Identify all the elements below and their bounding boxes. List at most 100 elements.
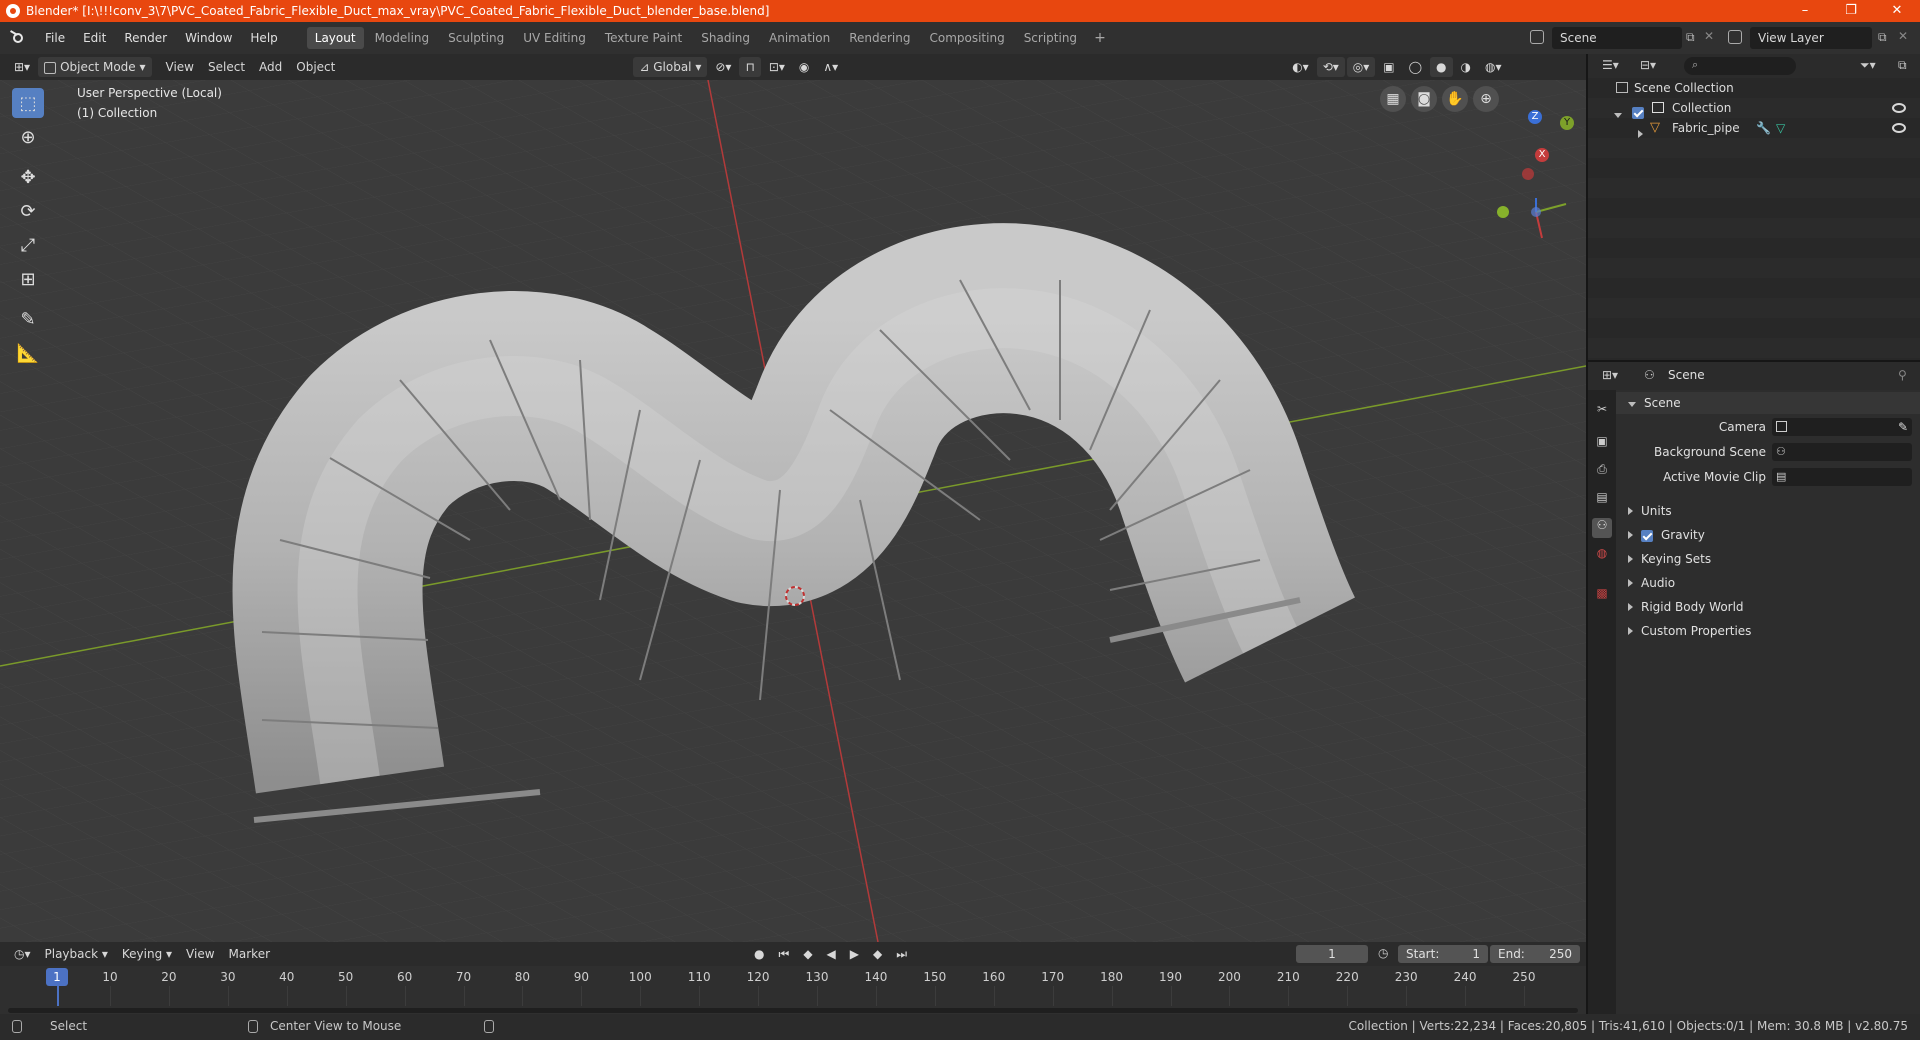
view-layer-tab-icon[interactable]: ▤	[1592, 490, 1612, 510]
jump-end-icon[interactable]: ⏭	[890, 944, 913, 964]
texture-tab-icon[interactable]: ▩	[1592, 586, 1612, 606]
timeline-body[interactable]: 1 10 20 30 40 50 60 70 80 90 100 110 120 130 140 150 160…	[0, 966, 1586, 1014]
gizmo-y-axis[interactable]: Y	[1560, 116, 1574, 130]
tab-animation[interactable]: Animation	[761, 27, 838, 49]
menu-playback[interactable]: Playback ▾	[39, 944, 114, 964]
rendered-shading-icon[interactable]: ◍▾	[1479, 57, 1508, 77]
menu-render[interactable]: Render	[115, 22, 176, 54]
3d-viewport[interactable]: User Perspective (Local) (1) Collection …	[0, 80, 1586, 942]
xray-icon[interactable]: ▣	[1377, 57, 1400, 77]
snap-icon[interactable]: ⊓	[739, 57, 761, 77]
gizmo-x-axis[interactable]: X	[1535, 148, 1549, 162]
filter-icon[interactable]: ⏷▾	[1860, 58, 1876, 73]
solid-shading-icon[interactable]: ●	[1430, 57, 1453, 77]
tab-compositing[interactable]: Compositing	[921, 27, 1012, 49]
timeline-editor-icon[interactable]: ◷▾	[8, 944, 37, 964]
pivot-point-icon[interactable]: ⊘▾	[709, 57, 737, 77]
gizmo-z-axis[interactable]: Z	[1528, 110, 1542, 124]
view-layer-field[interactable]: View Layer	[1750, 27, 1872, 49]
camera-view-icon[interactable]: ◙	[1411, 86, 1437, 112]
active-movie-clip-field[interactable]: ▤	[1772, 468, 1912, 486]
object-visibility-icon[interactable]	[1892, 123, 1906, 133]
minimize-button[interactable]: –	[1782, 0, 1828, 22]
outliner-row-collection[interactable]: Collection	[1588, 98, 1920, 119]
close-button[interactable]: ✕	[1874, 0, 1920, 22]
tab-layout[interactable]: Layout	[306, 27, 364, 49]
scene-name-field[interactable]: Scene	[1552, 27, 1682, 49]
zoom-icon[interactable]: ⊕	[1473, 86, 1499, 112]
material-shading-icon[interactable]: ◑	[1455, 57, 1477, 77]
keying-sets-panel-header[interactable]: Keying Sets	[1616, 548, 1920, 570]
visibility-icon[interactable]: ◐▾	[1286, 57, 1315, 77]
measure-tool-icon[interactable]: 📐	[12, 338, 44, 368]
eyedropper-icon[interactable]: ✎	[1898, 418, 1908, 436]
custom-properties-panel-header[interactable]: Custom Properties	[1616, 620, 1920, 642]
menu-add[interactable]: Add	[253, 57, 288, 77]
tab-scripting[interactable]: Scripting	[1016, 27, 1085, 49]
tab-rendering[interactable]: Rendering	[841, 27, 918, 49]
menu-keying[interactable]: Keying ▾	[116, 944, 178, 964]
tool-tab-icon[interactable]: ✂	[1592, 402, 1612, 422]
record-icon[interactable]: ●	[748, 944, 770, 964]
new-collection-icon[interactable]: ⧉	[1898, 58, 1907, 73]
start-frame-field[interactable]: Start: 1	[1398, 945, 1488, 963]
menu-window[interactable]: Window	[176, 22, 241, 54]
units-panel-header[interactable]: Units	[1616, 500, 1920, 522]
tab-sculpting[interactable]: Sculpting	[440, 27, 512, 49]
play-reverse-icon[interactable]: ◀	[821, 944, 842, 964]
proportional-edit-icon[interactable]: ◉	[793, 57, 815, 77]
tab-uv-editing[interactable]: UV Editing	[515, 27, 594, 49]
properties-editor-icon[interactable]: ⊞▾	[1602, 368, 1618, 382]
end-frame-field[interactable]: End: 250	[1490, 945, 1580, 963]
transform-orientation-dropdown[interactable]: ⊿ Global ▾	[633, 57, 708, 77]
tab-texture-paint[interactable]: Texture Paint	[597, 27, 690, 49]
menu-timeline-view[interactable]: View	[180, 944, 220, 964]
world-tab-icon[interactable]: ◍	[1592, 546, 1612, 566]
delete-view-layer-icon[interactable]: ✕	[1898, 29, 1908, 43]
menu-select[interactable]: Select	[202, 57, 251, 77]
display-mode-icon[interactable]: ⊟▾	[1640, 58, 1656, 72]
scale-tool-icon[interactable]: ⤢	[12, 230, 44, 260]
rigid-body-world-panel-header[interactable]: Rigid Body World	[1616, 596, 1920, 618]
tab-shading[interactable]: Shading	[693, 27, 758, 49]
pan-hand-icon[interactable]: ✋	[1442, 86, 1468, 112]
outliner-row-scene-collection[interactable]: Scene Collection	[1588, 78, 1920, 98]
tab-modeling[interactable]: Modeling	[367, 27, 438, 49]
next-keyframe-icon[interactable]: ◆	[867, 944, 888, 964]
wireframe-shading-icon[interactable]: ◯	[1403, 57, 1428, 77]
transform-tool-icon[interactable]: ⊞	[12, 264, 44, 294]
add-workspace-button[interactable]: +	[1088, 30, 1112, 46]
select-box-tool-icon[interactable]: ⬚	[12, 88, 44, 118]
clock-icon[interactable]: ◷	[1378, 946, 1388, 960]
mode-dropdown[interactable]: Object Mode ▾	[38, 57, 152, 77]
audio-panel-header[interactable]: Audio	[1616, 572, 1920, 594]
blender-logo-icon[interactable]	[10, 30, 26, 46]
menu-edit[interactable]: Edit	[74, 22, 115, 54]
menu-file[interactable]: File	[36, 22, 74, 54]
pin-icon[interactable]: ⚲	[1898, 368, 1907, 382]
delete-scene-icon[interactable]: ✕	[1704, 29, 1714, 43]
gizmo-toggle-icon[interactable]: ⟲▾	[1316, 57, 1345, 77]
menu-marker[interactable]: Marker	[223, 944, 276, 964]
falloff-icon[interactable]: ∧▾	[817, 57, 844, 77]
current-frame-field[interactable]: 1	[1296, 945, 1368, 963]
modifier-wrench-icon[interactable]: 🔧	[1756, 118, 1771, 138]
menu-view[interactable]: View	[160, 57, 200, 77]
scene-tab-icon[interactable]: ⚇	[1592, 518, 1612, 538]
maximize-button[interactable]: ❐	[1828, 0, 1874, 22]
render-tab-icon[interactable]: ▣	[1592, 434, 1612, 454]
rotate-tool-icon[interactable]: ⟳	[12, 196, 44, 226]
collection-visibility-icon[interactable]	[1892, 103, 1906, 113]
menu-help[interactable]: Help	[241, 22, 286, 54]
snap-target-icon[interactable]: ⊡▾	[763, 57, 791, 77]
editor-type-icon[interactable]: ⊞▾	[8, 57, 36, 77]
scene-panel-header[interactable]: Scene	[1616, 392, 1920, 414]
camera-field[interactable]: ✎	[1772, 418, 1912, 436]
new-scene-icon[interactable]: ⧉	[1686, 30, 1695, 45]
timeline-scrollbar[interactable]	[8, 1008, 1578, 1013]
gravity-panel-header[interactable]: Gravity	[1616, 524, 1920, 546]
scene-selector-icon[interactable]	[1530, 30, 1544, 44]
play-icon[interactable]: ▶	[844, 944, 865, 964]
jump-start-icon[interactable]: ⏮	[773, 944, 796, 964]
new-view-layer-icon[interactable]: ⧉	[1878, 30, 1887, 45]
